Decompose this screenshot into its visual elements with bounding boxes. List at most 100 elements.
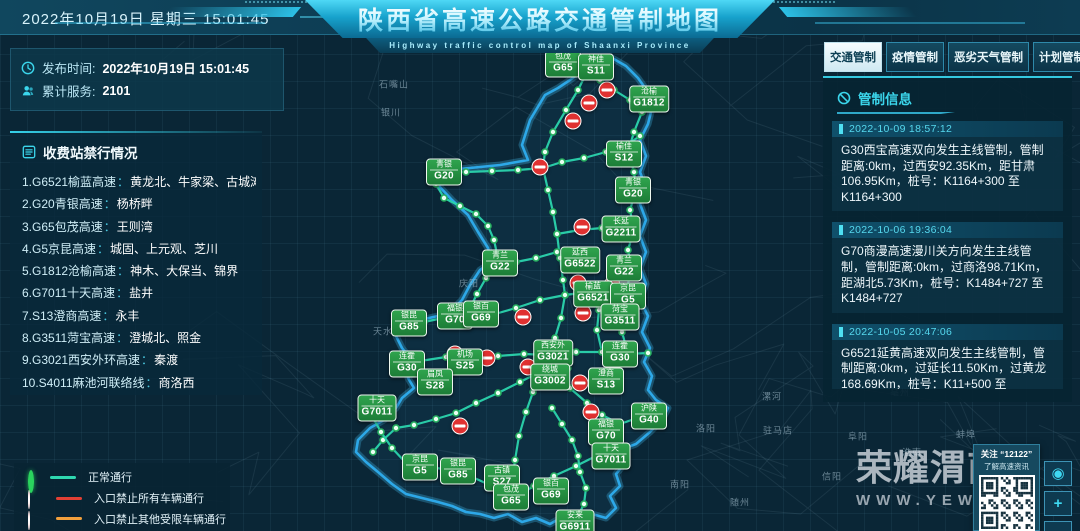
- highway-badge-G3021: 西安外G3021: [533, 340, 573, 367]
- qr-subtitle: 了解高速资讯: [974, 461, 1039, 472]
- highway-badge-G65: 包茂G65: [493, 484, 529, 511]
- user-icon: [21, 84, 35, 98]
- highway-badge-G22: 青兰G22: [482, 250, 518, 277]
- entry-tick: [839, 124, 843, 134]
- zoom-out-button[interactable]: −: [1044, 521, 1072, 531]
- banner-band: 陕西省高速公路交通管制地图: [305, 0, 775, 38]
- banner-wing-left: [163, 7, 301, 17]
- locate-button[interactable]: ◉: [1044, 461, 1072, 486]
- closure-list[interactable]: 1.G6521榆蓝高速：黄龙北、牛家梁、古城滩2.G20青银高速：杨桥畔3.G6…: [22, 171, 256, 394]
- no-entry-marker: [565, 113, 582, 130]
- control-tabs: 交通管制疫情管制恶劣天气管制计划管制: [824, 42, 1072, 72]
- closure-item: 4.G5京昆高速：城固、上元观、芝川: [22, 238, 256, 260]
- highway-badge-G65: 包茂G65: [545, 51, 581, 78]
- toll-closure-header: 收费站禁行情况: [22, 142, 262, 162]
- legend-label: 入口禁止所有车辆通行: [94, 490, 204, 506]
- closure-item: 3.G65包茂高速：王则湾: [22, 216, 256, 238]
- entry-text: G30西宝高速双向发生主线管制，管制距离:0km，过西安92.35Km，距甘肃1…: [832, 137, 1063, 211]
- publish-time-row: 发布时间: 2022年10月19日 15:01:45: [21, 56, 273, 79]
- publish-time-label: 发布时间:: [42, 58, 95, 77]
- entry-text: G70商漫高速漫川关方向发生主线管制，管制距离:0km，过商洛98.71Km，距…: [832, 238, 1063, 312]
- highway-badge-G7011: 十天G7011: [358, 395, 397, 422]
- city-label: 蚌埠: [956, 428, 976, 441]
- service-count-row: 累计服务: 2101: [21, 79, 273, 102]
- normal-icon: [28, 473, 36, 481]
- city-label: 天水: [373, 325, 393, 338]
- control-panel: 管制信息 2022-10-09 18:57:12G30西宝高速双向发生主线管制，…: [823, 76, 1072, 402]
- legend-row: 入口禁止其他受限车辆通行: [14, 510, 230, 527]
- highway-badge-G1812: 沧榆G1812: [629, 86, 669, 113]
- service-count-label: 累计服务:: [42, 81, 95, 100]
- city-label: 信阳: [822, 470, 842, 483]
- highway-badge-G20: 青银G20: [615, 177, 651, 204]
- highway-badge-G69: 银百G69: [533, 478, 569, 505]
- no-entry-limited-icon: [28, 512, 42, 526]
- legend-line-sample: [50, 476, 76, 479]
- legend-label: 正常通行: [88, 469, 132, 485]
- highway-badge-G85: 银昆G85: [440, 458, 476, 485]
- legend: 正常通行入口禁止所有车辆通行入口禁止其他受限车辆通行: [14, 463, 230, 531]
- closure-item: 10.S4011麻池河联络线：商洛西: [22, 372, 256, 394]
- highway-badge-G30: 连霍G30: [602, 341, 638, 368]
- control-entry: 2022-10-09 18:57:12G30西宝高速双向发生主线管制，管制距离:…: [832, 121, 1063, 211]
- tab-2[interactable]: 疫情管制: [886, 42, 944, 72]
- banner-hairline-right: [815, 22, 1025, 24]
- city-label: 随州: [730, 496, 750, 509]
- control-entries[interactable]: 2022-10-09 18:57:12G30西宝高速双向发生主线管制，管制距离:…: [832, 121, 1063, 389]
- no-entry-marker: [452, 418, 469, 435]
- city-label: 阜阳: [848, 430, 868, 443]
- closure-item: 5.G1812沧榆高速：神木、大保当、锦界: [22, 260, 256, 282]
- highway-badge-G69: 银百G69: [463, 301, 499, 328]
- toll-closure-title: 收费站禁行情况: [43, 142, 138, 162]
- legend-line-sample: [56, 497, 82, 500]
- tab-4[interactable]: 计划管制: [1033, 42, 1080, 72]
- tab-3[interactable]: 恶劣天气管制: [948, 42, 1029, 72]
- qr-code: [979, 475, 1035, 531]
- closure-item: 9.G3021西安外环高速：秦渡: [22, 349, 256, 371]
- qr-title: 关注 “12122”: [974, 448, 1039, 460]
- entry-tick: [839, 327, 843, 337]
- closure-item: 7.S13澄商高速：永丰: [22, 305, 256, 327]
- publish-time-value: 2022年10月19日 15:01:45: [102, 58, 249, 77]
- service-count-value: 2101: [102, 84, 130, 98]
- panel-header: 管制信息: [837, 88, 1072, 108]
- map-controls: ◉ + −: [1044, 461, 1072, 531]
- highway-badge-S11: 神佳S11: [578, 54, 614, 81]
- no-entry-marker: [532, 159, 549, 176]
- list-icon: [22, 145, 36, 159]
- closure-item: 1.G6521榆蓝高速：黄龙北、牛家梁、古城滩: [22, 171, 256, 193]
- no-entry-marker: [515, 309, 532, 326]
- highway-badge-G7011: 十天G7011: [592, 443, 631, 470]
- tab-1[interactable]: 交通管制: [824, 42, 882, 72]
- toll-closure-card: 收费站禁行情况 1.G6521榆蓝高速：黄龙北、牛家梁、古城滩2.G20青银高速…: [10, 133, 262, 395]
- highway-badge-S28: 眉凤S28: [417, 369, 453, 396]
- highway-badge-G3511: 菏宝G3511: [601, 304, 640, 331]
- city-label: 洛阳: [696, 422, 716, 435]
- city-label: 南阳: [670, 478, 690, 491]
- city-label: 石嘴山: [379, 78, 409, 91]
- closure-item: 8.G3511菏宝高速：澄城北、照金: [22, 327, 256, 349]
- highway-badge-G40: 沪陕G40: [631, 403, 667, 430]
- highway-badge-G3002: 绕城G3002: [530, 364, 570, 391]
- city-label: 庆阳: [459, 277, 479, 290]
- control-entry: 2022-10-05 20:47:06G6521延黄高速双向发生主线管制，管制距…: [832, 324, 1063, 389]
- legend-row: 正常通行: [14, 469, 230, 486]
- entry-tick: [839, 225, 843, 235]
- zoom-in-button[interactable]: +: [1044, 491, 1072, 516]
- legend-line-sample: [56, 517, 82, 520]
- banner-subband: Highway traffic control map of Shaanxi P…: [366, 38, 714, 53]
- city-label: 银川: [381, 106, 401, 119]
- city-label: 驻马店: [763, 424, 793, 437]
- legend-label: 入口禁止其他受限车辆通行: [94, 511, 226, 527]
- clock-icon: [21, 61, 35, 75]
- highway-badge-G6911: 安来G6911: [556, 510, 595, 531]
- page-title: 陕西省高速公路交通管制地图: [358, 1, 722, 37]
- qr-code-image: [981, 477, 1033, 529]
- closure-item: 6.G7011十天高速：盐井: [22, 282, 256, 304]
- publish-info-card: 发布时间: 2022年10月19日 15:01:45 累计服务: 2101: [10, 48, 284, 111]
- no-entry-marker: [599, 82, 616, 99]
- city-label: 漯河: [762, 390, 782, 403]
- no-entry-icon: [28, 491, 42, 505]
- no-entry-marker: [572, 375, 589, 392]
- highway-badge-G22: 青兰G22: [606, 255, 642, 282]
